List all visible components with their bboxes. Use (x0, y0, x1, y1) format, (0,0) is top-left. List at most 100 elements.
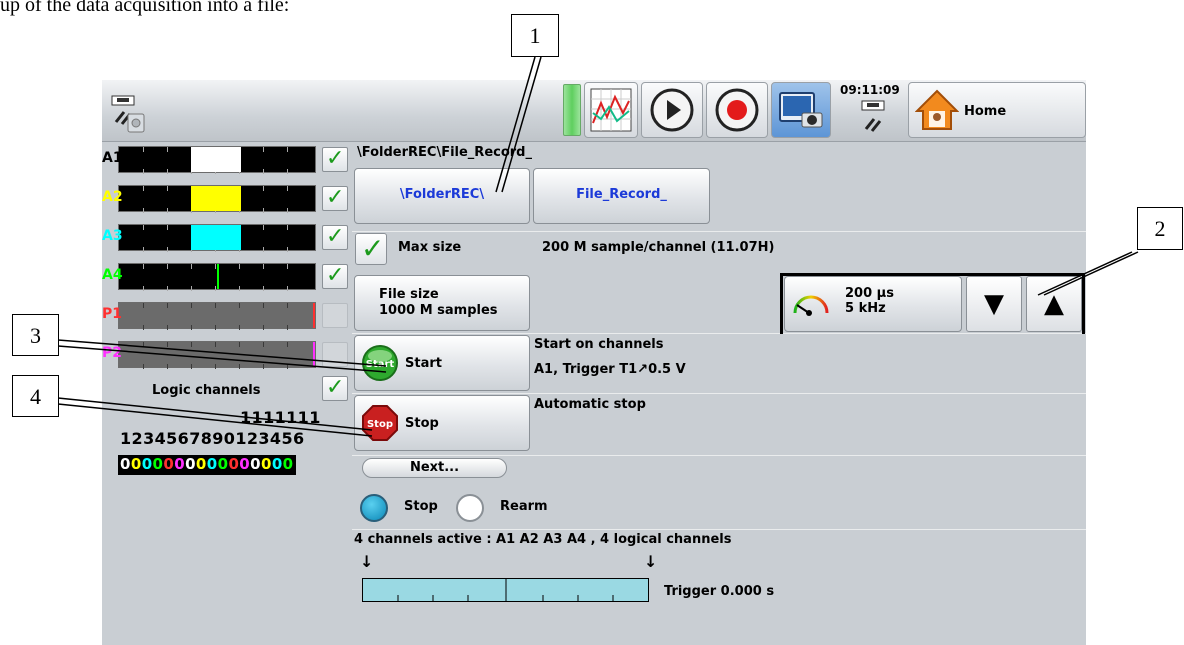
channel-trace[interactable] (118, 146, 316, 174)
trace-tick (263, 247, 264, 252)
channel-trace[interactable] (118, 185, 316, 213)
channel-checkbox[interactable] (322, 303, 348, 328)
logic-bit: 0 (260, 455, 272, 473)
channel-checkbox[interactable]: ✓ (322, 224, 348, 250)
trace-tick (143, 147, 144, 152)
channel-name: A3 (102, 228, 123, 244)
trace-tick (167, 247, 168, 252)
channel-row-a1[interactable]: A1 ✓ (102, 144, 352, 175)
usb-icon (861, 100, 885, 132)
logic-bit: 0 (206, 455, 218, 473)
channel-trace[interactable] (118, 224, 316, 252)
trace-tick (167, 208, 168, 213)
end-marker-icon: ↓ (644, 552, 658, 571)
logic-channels-checkbox[interactable]: ✓ (322, 375, 348, 401)
channel-name: P2 (102, 345, 123, 361)
usb-icon[interactable] (108, 92, 148, 134)
trace-tick (215, 325, 216, 330)
record-button[interactable] (706, 82, 768, 138)
channel-row-p1[interactable]: P1 (102, 300, 352, 331)
channel-row-a4[interactable]: A4 ✓ (102, 261, 352, 292)
file-name-button[interactable]: File_Record_ (533, 168, 710, 224)
record-panel: \FolderREC\File_Record_ \FolderREC\ File… (352, 142, 1086, 645)
trace-tick (143, 225, 144, 230)
folder-button-label: \FolderREC\ (399, 187, 485, 202)
logic-bit: 0 (163, 455, 175, 473)
trace-tick (287, 147, 288, 152)
trace-tick (167, 303, 168, 308)
stop-radio[interactable] (360, 494, 388, 522)
trace-tick (263, 186, 264, 191)
file-size-title: File size (379, 287, 439, 302)
trace-tick (167, 286, 168, 291)
trace-tick (215, 286, 216, 291)
trigger-time: Trigger 0.000 s (664, 584, 775, 599)
channel-name: A1 (102, 150, 123, 166)
start-button[interactable]: Start Start (354, 335, 530, 391)
channel-row-p2[interactable]: P2 (102, 339, 352, 370)
trace-tick (167, 225, 168, 230)
checkmark-icon: ✓ (326, 224, 345, 249)
channel-checkbox[interactable]: ✓ (322, 146, 348, 172)
stop-button-label: Stop (405, 416, 439, 431)
trace-tick (191, 364, 192, 369)
file-path: \FolderREC\File_Record_ (357, 145, 532, 160)
play-button[interactable] (641, 82, 703, 138)
start-on-value: A1, Trigger T1↗0.5 V (534, 362, 686, 377)
rearm-radio[interactable] (456, 494, 484, 522)
logic-bits-display: 0000000000000000 (118, 455, 296, 475)
file-size-button[interactable]: File size 1000 M samples (354, 275, 530, 331)
start-icon: Start (362, 345, 398, 381)
trace-tick (143, 186, 144, 191)
home-label: Home (964, 104, 1007, 119)
channel-name: A2 (102, 189, 123, 205)
start-icon-text: Start (366, 359, 395, 370)
trace-tick (143, 342, 144, 347)
channel-trace[interactable] (118, 341, 316, 369)
battery-icon (563, 84, 581, 136)
recorder-screen: 09:11:09 Home A1 ✓ A2 ✓ A3 ✓ A4 ✓ P1 P2 Logic cha… (102, 80, 1086, 645)
trace-tick (167, 169, 168, 174)
trace-tick (239, 303, 240, 308)
trace-tick (167, 264, 168, 269)
channel-checkbox[interactable] (322, 342, 348, 367)
trace-tick (143, 286, 144, 291)
channel-trace[interactable] (118, 263, 316, 291)
max-size-checkbox[interactable]: ✓ (355, 232, 387, 265)
trace-tick (143, 169, 144, 174)
trace-level-marker (191, 147, 241, 172)
rising-edge-icon: ↗ (637, 362, 649, 377)
channel-checkbox[interactable]: ✓ (322, 185, 348, 211)
trace-tick (239, 342, 240, 347)
start-on-label: Start on channels (534, 337, 664, 352)
trace-tick (263, 286, 264, 291)
trace-tick (167, 186, 168, 191)
logic-bit: 0 (282, 455, 294, 473)
trace-tick (263, 303, 264, 308)
channel-checkbox[interactable]: ✓ (322, 263, 348, 289)
channel-trace[interactable] (118, 302, 316, 330)
trace-tick (239, 364, 240, 369)
logic-bit: 0 (239, 455, 251, 473)
logic-channels-label: Logic channels (152, 383, 261, 398)
channel-panel: A1 ✓ A2 ✓ A3 ✓ A4 ✓ P1 P2 Logic channels ✓ 111111… (102, 142, 352, 645)
trace-tick (143, 325, 144, 330)
stop-option-label: Stop (404, 499, 438, 514)
trace-tick (167, 147, 168, 152)
folder-button[interactable]: \FolderREC\ (354, 168, 530, 224)
chart-button[interactable] (584, 82, 638, 138)
channel-row-a2[interactable]: A2 ✓ (102, 183, 352, 214)
trace-tick (263, 264, 264, 269)
callout-2: 2 (1137, 207, 1183, 250)
callout-3: 3 (12, 314, 59, 356)
trace-tick (287, 264, 288, 269)
next-button[interactable]: Next... (362, 458, 507, 478)
logic-bit: 0 (174, 455, 186, 473)
trace-tick (215, 303, 216, 308)
stop-button[interactable]: Stop Stop (354, 395, 530, 451)
trace-tick (143, 303, 144, 308)
channel-row-a3[interactable]: A3 ✓ (102, 222, 352, 253)
screenshot-button[interactable] (771, 82, 831, 138)
trace-tick (167, 342, 168, 347)
timeline-ticks (397, 579, 614, 601)
